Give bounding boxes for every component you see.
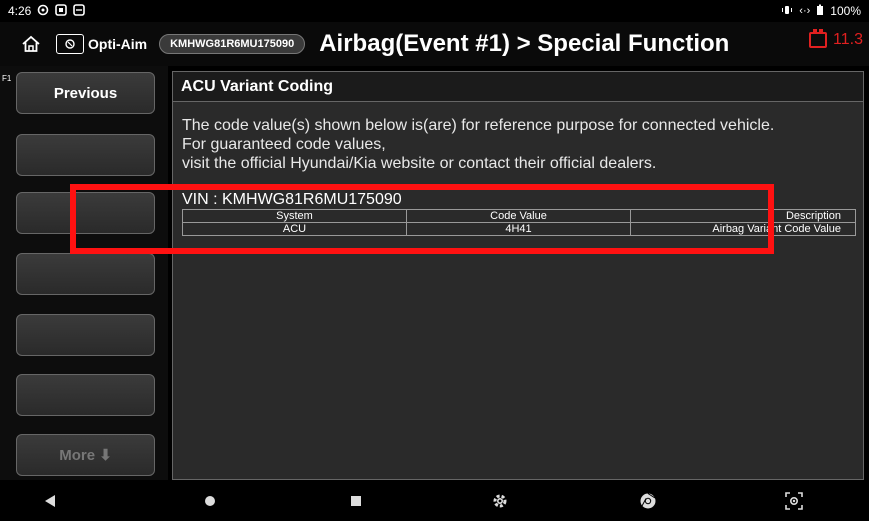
settings-gear-icon[interactable] — [488, 490, 512, 512]
table-header-row: System Code Value Description — [182, 209, 856, 223]
app-header: Opti-Aim KMHWG81R6MU175090 Airbag(Event … — [0, 22, 869, 66]
function-button-6[interactable] — [16, 374, 155, 416]
header-description: Description — [630, 209, 856, 223]
page-title: Airbag(Event #1) > Special Function — [319, 30, 730, 57]
previous-button[interactable]: Previous — [16, 72, 155, 114]
cell-description: Airbag Variant Code Value — [630, 222, 856, 236]
vin-line: VIN : KMHWG81R6MU175090 — [182, 191, 402, 208]
panel-title: ACU Variant Coding — [173, 72, 863, 102]
message-icon — [73, 3, 86, 19]
battery-voltage: 11.3 — [833, 31, 863, 48]
car-battery-icon — [809, 29, 828, 48]
notice-line-2: For guaranteed code values, — [182, 136, 386, 153]
battery-status-icon — [816, 4, 824, 19]
home-circle-icon[interactable] — [198, 490, 222, 512]
reference-notice: The code value(s) shown below is(are) fo… — [173, 102, 863, 173]
function-key-column: F1 Previous More ⬇ — [0, 66, 168, 480]
content-panel: ACU Variant Coding The code value(s) sho… — [172, 71, 864, 480]
chrome-icon[interactable] — [636, 490, 660, 512]
camera-target-icon — [56, 34, 84, 54]
header-system: System — [182, 209, 407, 223]
notice-line-1: The code value(s) shown below is(are) fo… — [182, 117, 775, 134]
function-button-4[interactable] — [16, 253, 155, 295]
code-table: System Code Value Description ACU 4H41 A… — [182, 209, 856, 236]
battery-percent: 100% — [830, 4, 861, 18]
notification-icon — [55, 3, 68, 19]
header-code-value: Code Value — [406, 209, 631, 223]
cell-system: ACU — [182, 222, 407, 236]
home-icon[interactable] — [14, 27, 48, 61]
status-time: 4:26 — [8, 4, 32, 18]
vehicle-battery-indicator: 11.3 — [809, 29, 863, 49]
recents-icon[interactable] — [344, 490, 368, 512]
cell-code-value: 4H41 — [406, 222, 631, 236]
more-button[interactable]: More ⬇ — [16, 434, 155, 476]
f1-key-label: F1 — [2, 74, 12, 83]
back-icon[interactable] — [38, 490, 62, 512]
table-row: ACU 4H41 Airbag Variant Code Value — [182, 222, 856, 236]
location-icon — [37, 4, 49, 19]
vibrate-icon — [781, 4, 793, 19]
notice-line-3: visit the official Hyundai/Kia website o… — [182, 155, 657, 172]
status-bar: 4:26 ‹·› 100% — [0, 0, 869, 22]
opti-aim-label: Opti-Aim — [88, 36, 148, 52]
function-button-3[interactable] — [16, 192, 155, 234]
navigation-bar — [0, 480, 869, 521]
function-button-2[interactable] — [16, 134, 155, 176]
vin-badge: KMHWG81R6MU175090 — [159, 34, 306, 54]
opti-aim-button[interactable]: Opti-Aim — [56, 34, 147, 54]
data-icon: ‹·› — [799, 5, 811, 17]
function-button-5[interactable] — [16, 314, 155, 356]
screenshot-icon[interactable] — [782, 490, 806, 512]
